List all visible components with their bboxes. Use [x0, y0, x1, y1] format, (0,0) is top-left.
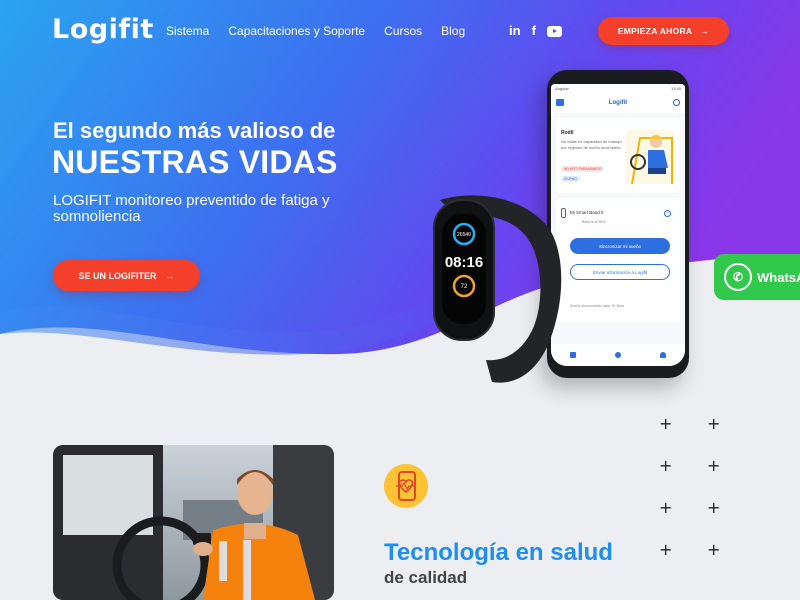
plus-icon: + [707, 414, 721, 433]
app-title: Logifit [608, 100, 628, 106]
arrow-right-icon: → [700, 26, 710, 36]
watch-time: 08:16 [445, 254, 483, 271]
whatsapp-button[interactable]: ✆ WhatsA [714, 254, 800, 300]
status-badge: NO APTO PARA MANEJO [561, 166, 605, 172]
plus-icon: + [707, 456, 721, 475]
hero-title-line2: NUESTRAS VIDAS [52, 144, 338, 180]
plus-icon: + [659, 414, 673, 433]
arrow-right-icon: → [165, 270, 175, 281]
plus-icon: + [659, 498, 673, 517]
phone-screen: Angular 13:45 Logifit Rodil No estás en … [551, 84, 685, 366]
cta-label: EMPIEZA AHORA [617, 26, 693, 36]
home-icon[interactable] [570, 352, 577, 358]
nav-item-sistema[interactable]: Sistema [166, 24, 209, 38]
sync-sleep-button[interactable]: Sincronizar mi sueño [570, 238, 670, 254]
health-tech-icon [384, 464, 428, 508]
heart-rate-value: 72 [461, 284, 468, 290]
plus-icon: + [707, 540, 721, 559]
user-icon [673, 99, 680, 106]
shift-badge: DIURNO [561, 176, 580, 182]
send-info-button[interactable]: Enviar información a Logifit [570, 264, 670, 280]
plus-icon: + [707, 498, 721, 517]
battery-text: Batería al 98% [582, 220, 606, 224]
plus-icon: + [659, 540, 673, 559]
hero-button-label: SE UN LOGIFITER [78, 270, 157, 281]
sleep-status-card: Rodil No estás en capacidad de manejo po… [556, 118, 680, 193]
empieza-ahora-button[interactable]: EMPIEZA AHORA → [598, 17, 729, 45]
hero-title-line1: El segundo más valioso de [53, 118, 336, 143]
steps-value: 26540 [457, 232, 471, 238]
driver-photo [53, 445, 334, 600]
chart-icon[interactable] [614, 352, 621, 358]
nav-item-capacitaciones[interactable]: Capacitaciones y Soporte [228, 24, 365, 38]
synced-text: Sueño sincronizado hace 7h 3min [570, 304, 625, 308]
whatsapp-icon: ✆ [724, 263, 752, 291]
facebook-icon[interactable]: f [532, 23, 536, 39]
se-un-logifiter-button[interactable]: SE UN LOGIFITER → [53, 260, 200, 291]
plus-icon: + [659, 456, 673, 475]
tab-bar [551, 344, 685, 366]
whatsapp-label: WhatsA [757, 269, 800, 285]
remove-device-button[interactable]: − [664, 210, 671, 217]
section-title: Tecnología en salud [384, 539, 613, 566]
section-subtitle: de calidad [384, 568, 468, 587]
hero-subtitle: LOGIFIT monitoreo preventido de fatiga y… [53, 192, 330, 225]
nav-item-cursos[interactable]: Cursos [384, 24, 422, 38]
card-text: No estás en capacidad de manejo por régi… [561, 139, 622, 150]
nav-item-blog[interactable]: Blog [441, 24, 465, 38]
card-title: Rodil [561, 130, 574, 136]
app-header: Logifit [551, 93, 685, 113]
linkedin-icon[interactable]: in [509, 23, 521, 39]
bell-icon[interactable] [659, 352, 666, 358]
menu-icon [556, 99, 564, 106]
youtube-icon[interactable] [546, 25, 562, 37]
band-card: Mi Smart Band 5 Batería al 98% − Sincron… [556, 198, 680, 322]
social-links: in f [509, 23, 562, 39]
logo[interactable]: Logifit [52, 14, 154, 45]
smart-band: 26540 08:16 72 [433, 195, 562, 383]
main-nav: Sistema Capacitaciones y Soporte Cursos … [166, 24, 484, 38]
driver-illustration [626, 130, 674, 185]
band-name: Mi Smart Band 5 [570, 210, 604, 215]
status-bar: Angular 13:45 [551, 84, 685, 93]
